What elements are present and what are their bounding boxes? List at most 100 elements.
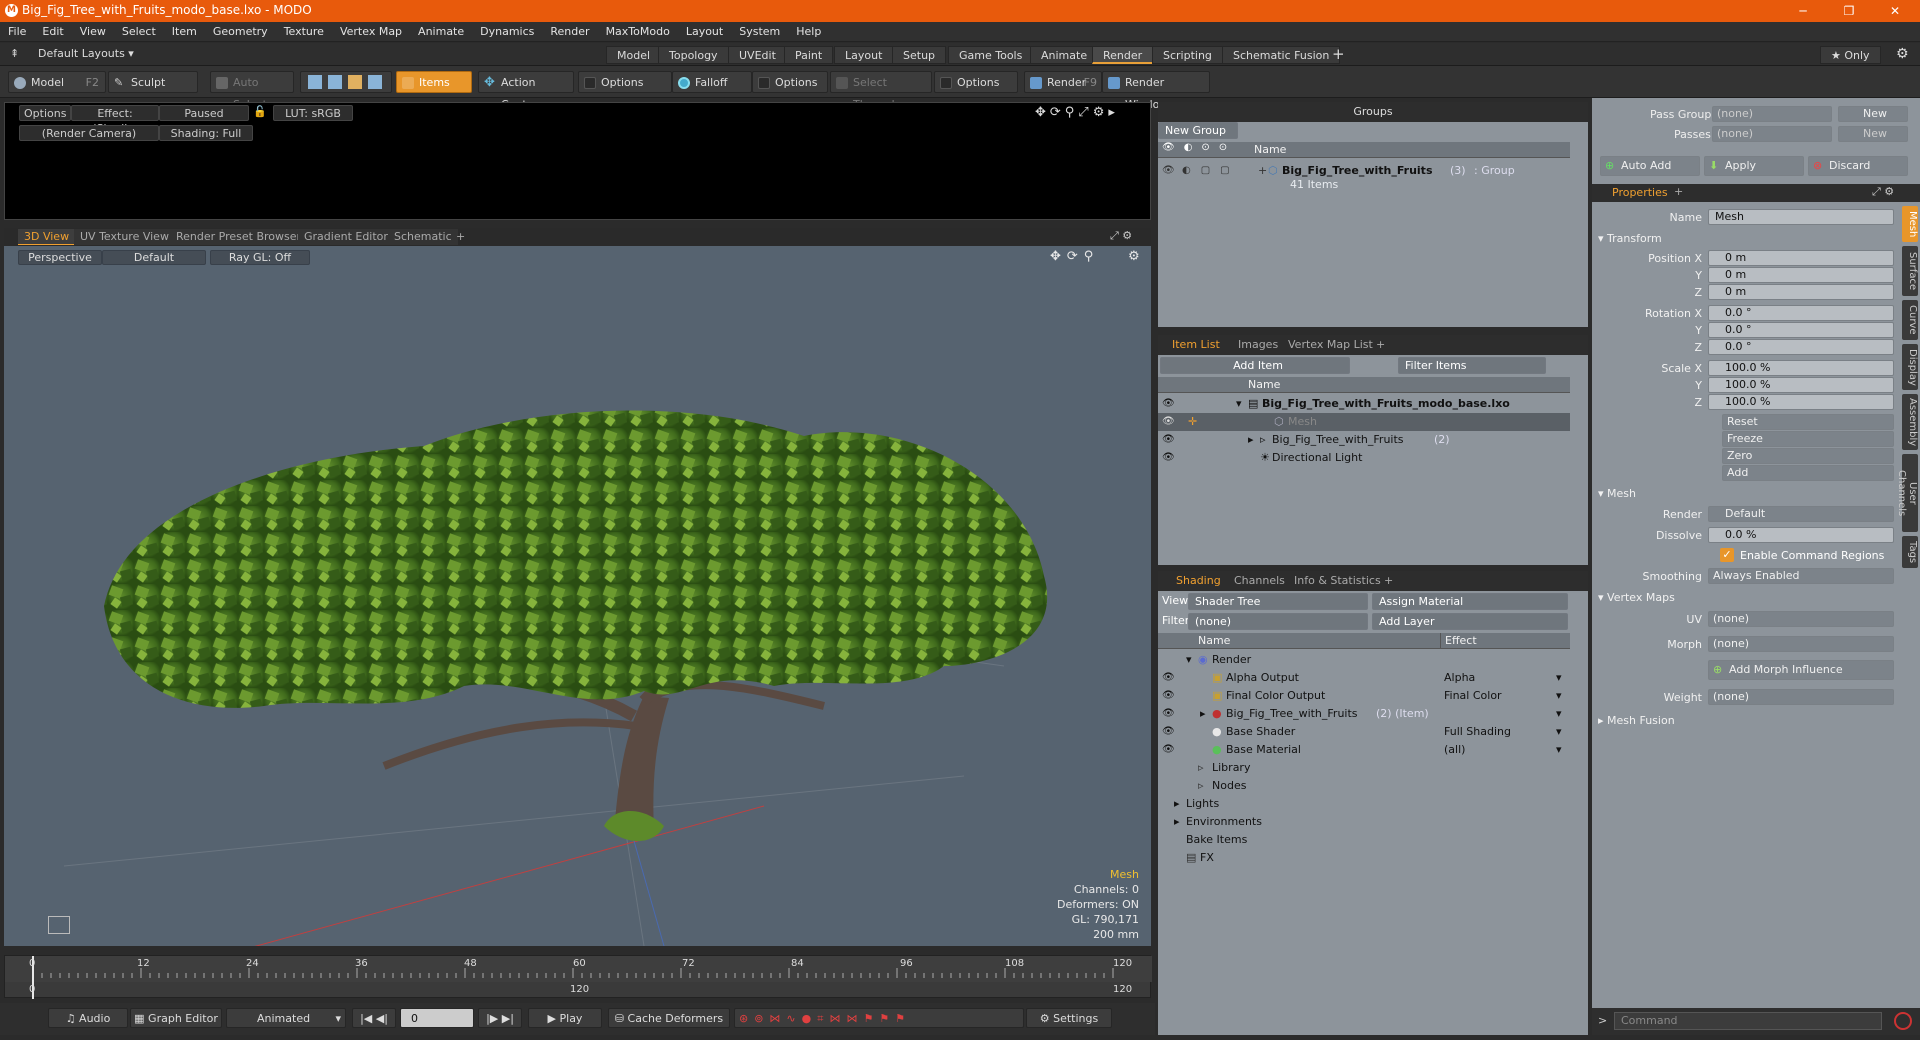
- 3d-viewport[interactable]: Perspective Default Ray GL: Off ✥⟳⚲ ⚙ Me…: [4, 246, 1151, 946]
- eye-icon[interactable]: 👁: [1162, 687, 1175, 705]
- add-tab[interactable]: +: [1384, 571, 1393, 591]
- settings-button[interactable]: ⚙ Settings: [1026, 1008, 1112, 1028]
- polygons-mode-icon[interactable]: [348, 75, 362, 89]
- shader-row[interactable]: ▸ Lights: [1158, 795, 1588, 813]
- tab-uvedit[interactable]: UVEdit: [728, 46, 787, 64]
- shader-row[interactable]: ▹ Nodes: [1158, 777, 1588, 795]
- new-pass-button[interactable]: New: [1838, 126, 1908, 142]
- chevron-right-icon[interactable]: ▸: [1248, 431, 1254, 449]
- add-layer-dropdown[interactable]: Add Layer: [1372, 613, 1568, 630]
- tab-paint[interactable]: Paint: [784, 46, 834, 64]
- items-button[interactable]: Items: [396, 71, 472, 93]
- options-button-2[interactable]: Options: [752, 71, 828, 93]
- tab-uv-texture-view[interactable]: UV Texture View: [74, 229, 175, 245]
- menu-animate[interactable]: Animate: [410, 22, 472, 42]
- chevron-down-icon[interactable]: ▾: [1556, 687, 1562, 705]
- vertex-maps-section[interactable]: ▾ Vertex Maps: [1598, 591, 1675, 604]
- falloff-button[interactable]: Falloff: [672, 71, 752, 93]
- shader-row[interactable]: 👁 ▣ Final Color Output Final Color ▾: [1158, 687, 1588, 705]
- chevron-down-icon[interactable]: ▾: [1556, 705, 1562, 723]
- eye-icon[interactable]: 👁: [1162, 431, 1175, 449]
- side-tab-curve[interactable]: Curve: [1902, 300, 1918, 340]
- menu-item[interactable]: Item: [164, 22, 205, 42]
- eye-icon[interactable]: 👁: [1162, 449, 1175, 467]
- materials-mode-icon[interactable]: [368, 75, 382, 89]
- prev-key-buttons[interactable]: |◀ ◀|: [352, 1008, 396, 1028]
- render-camera-dropdown[interactable]: (Render Camera): [19, 125, 159, 141]
- menu-render[interactable]: Render: [542, 22, 597, 42]
- tab-topology[interactable]: Topology: [658, 46, 729, 64]
- filter-dropdown[interactable]: (none): [1188, 613, 1368, 630]
- shader-row[interactable]: Bake Items: [1158, 831, 1588, 849]
- scale-z-input[interactable]: 100.0 %: [1708, 394, 1894, 410]
- position-z-input[interactable]: 0 m: [1708, 284, 1894, 300]
- default-layouts-dropdown[interactable]: Default Layouts ▾: [38, 47, 134, 60]
- lock-icon[interactable]: ✛: [1188, 413, 1197, 431]
- new-group-button[interactable]: New Group: [1158, 122, 1238, 139]
- chevron-down-icon[interactable]: ▾: [1556, 741, 1562, 759]
- model-button[interactable]: Model F2: [8, 71, 106, 93]
- side-tab-mesh[interactable]: Mesh: [1902, 206, 1918, 242]
- side-tab-user-channels[interactable]: User Channels: [1896, 454, 1918, 532]
- menu-system[interactable]: System: [731, 22, 788, 42]
- dissolve-input[interactable]: 0.0 %: [1708, 527, 1894, 543]
- timeline[interactable]: 0 12 24 36 48 60 72 84 96 108 120 0 120 …: [4, 955, 1152, 999]
- chevron-down-icon[interactable]: ▾: [1556, 669, 1562, 687]
- rotation-y-input[interactable]: 0.0 °: [1708, 322, 1894, 338]
- vertices-mode-icon[interactable]: [308, 75, 322, 89]
- menu-texture[interactable]: Texture: [276, 22, 332, 42]
- expand-plus-icon[interactable]: +: [1258, 164, 1267, 177]
- item-row-light[interactable]: 👁 ☀ Directional Light: [1158, 449, 1588, 467]
- minimize-icon[interactable]: ─: [1780, 0, 1826, 22]
- rotation-z-input[interactable]: 0.0 °: [1708, 339, 1894, 355]
- eye-icon[interactable]: 👁: [1162, 723, 1175, 741]
- side-tab-display[interactable]: Display: [1902, 344, 1918, 390]
- shader-row[interactable]: 👁 ● Base Shader Full Shading ▾: [1158, 723, 1588, 741]
- freeze-dropdown[interactable]: Freeze: [1722, 431, 1894, 447]
- item-row-group[interactable]: 👁 ▸ ▹ Big_Fig_Tree_with_Fruits (2): [1158, 431, 1588, 449]
- tab-render[interactable]: Render: [1092, 46, 1154, 64]
- passes-dropdown[interactable]: (none): [1712, 126, 1832, 142]
- name-input[interactable]: Mesh: [1708, 209, 1894, 225]
- menu-edit[interactable]: Edit: [34, 22, 71, 42]
- shader-row[interactable]: 👁 ▣ Alpha Output Alpha ▾: [1158, 669, 1588, 687]
- add-tab-icon[interactable]: +: [1674, 185, 1683, 198]
- shader-row[interactable]: ▸ Environments: [1158, 813, 1588, 831]
- add-tab-icon[interactable]: +: [1332, 45, 1345, 63]
- lut-dropdown[interactable]: LUT: sRGB: [273, 105, 353, 121]
- animated-dropdown[interactable]: Animated ▾: [226, 1008, 346, 1028]
- reset-dropdown[interactable]: Reset: [1722, 414, 1894, 430]
- lock-icon[interactable]: 🔓: [253, 105, 267, 118]
- preview-options-button[interactable]: Options: [19, 105, 71, 121]
- shader-row[interactable]: ▤ FX: [1158, 849, 1588, 867]
- discard-button[interactable]: ⊗ Discard: [1808, 156, 1908, 176]
- play-button[interactable]: ▶ Play: [528, 1008, 602, 1028]
- zero-dropdown[interactable]: Zero: [1722, 448, 1894, 464]
- morph-dropdown[interactable]: (none): [1708, 636, 1894, 652]
- menu-maxtomodo[interactable]: MaxToModo: [598, 22, 678, 42]
- add-view-tab[interactable]: +: [450, 229, 471, 245]
- rotation-x-input[interactable]: 0.0 °: [1708, 305, 1894, 321]
- audio-button[interactable]: ♫ Audio: [48, 1008, 128, 1028]
- apply-button[interactable]: ⬇ Apply: [1704, 156, 1804, 176]
- tab-images[interactable]: Images: [1238, 335, 1278, 355]
- eye-icon[interactable]: 👁: [1162, 413, 1175, 431]
- eye-icon[interactable]: 👁: [1162, 741, 1175, 759]
- paused-button[interactable]: Paused: [159, 105, 249, 121]
- tab-3d-view[interactable]: 3D View: [18, 229, 76, 245]
- menu-geometry[interactable]: Geometry: [205, 22, 276, 42]
- tab-vertex-map-list[interactable]: Vertex Map List: [1288, 335, 1373, 355]
- tab-properties[interactable]: Properties: [1612, 186, 1668, 199]
- new-pass-group-button[interactable]: New: [1838, 106, 1908, 122]
- preview-nav-icons[interactable]: ✥⟳⚲⤢⚙▸: [1035, 105, 1119, 120]
- shader-row[interactable]: ▹ Library: [1158, 759, 1588, 777]
- side-tab-surface[interactable]: Surface: [1902, 246, 1918, 296]
- render-window-button[interactable]: Render Window: [1102, 71, 1210, 111]
- item-row-scene[interactable]: 👁 ▾ ▤ Big_Fig_Tree_with_Fruits_modo_base…: [1158, 395, 1588, 413]
- menu-layout[interactable]: Layout: [678, 22, 731, 42]
- add-morph-influence-button[interactable]: ⊕ Add Morph Influence: [1708, 660, 1894, 680]
- render-dropdown[interactable]: Default: [1708, 506, 1894, 522]
- tab-schematic[interactable]: Schematic: [388, 229, 458, 245]
- weight-dropdown[interactable]: (none): [1708, 689, 1894, 705]
- menu-help[interactable]: Help: [788, 22, 829, 42]
